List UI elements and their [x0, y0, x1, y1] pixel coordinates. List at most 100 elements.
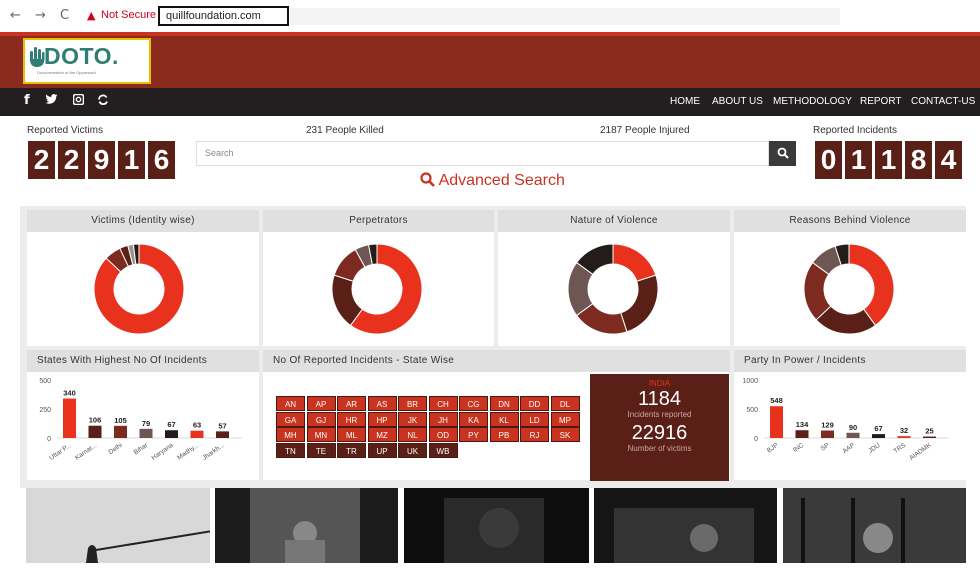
- bar-value-label: 63: [193, 421, 201, 430]
- reload-icon[interactable]: C: [60, 8, 69, 23]
- victims-digit: 9: [88, 141, 115, 179]
- state-button-nl[interactable]: NL: [398, 427, 427, 442]
- nav-home[interactable]: HOME: [670, 96, 700, 107]
- refresh-social-icon[interactable]: [97, 94, 109, 109]
- news-photo[interactable]: [594, 488, 777, 563]
- not-secure-label[interactable]: Not Secure: [101, 9, 156, 21]
- state-button-dl[interactable]: DL: [550, 396, 580, 411]
- incidents-digit: 1: [845, 141, 872, 179]
- chart-bar[interactable]: [872, 434, 885, 438]
- facebook-icon[interactable]: f: [24, 93, 30, 108]
- instagram-icon[interactable]: [72, 93, 85, 109]
- state-button-cg[interactable]: CG: [459, 396, 488, 411]
- nav-report[interactable]: REPORT: [860, 96, 902, 107]
- state-button-gj[interactable]: GJ: [306, 411, 336, 427]
- state-button-dn[interactable]: DN: [489, 396, 519, 411]
- bar-chart-party[interactable]: 0 500 1000 548 BJP 134 INC 129 SP 90 AAP 67 JDU 32 TRS…: [734, 372, 966, 480]
- state-button-ld[interactable]: LD: [520, 411, 549, 427]
- bar-chart-states[interactable]: 0 250 500 340 Uttar P... 106 Karnat... 105 Delhi…: [27, 372, 259, 480]
- x-category-label: Delhi: [107, 442, 123, 456]
- state-button-dd[interactable]: DD: [520, 396, 549, 411]
- nav-about-us[interactable]: ABOUT US: [712, 96, 763, 107]
- state-button-mp[interactable]: MP: [550, 411, 580, 427]
- state-button-uk[interactable]: UK: [398, 442, 427, 458]
- state-button-kl[interactable]: KL: [489, 411, 519, 427]
- state-button-tn[interactable]: TN: [276, 442, 305, 458]
- state-button-ar[interactable]: AR: [337, 396, 366, 411]
- chart-bar[interactable]: [770, 406, 783, 438]
- state-grid: AN AP AR AS BR CH CG DN DD DL GA GJ HR HP JK JH KA KL LD MP…: [276, 396, 586, 460]
- state-button-mh[interactable]: MH: [276, 427, 305, 442]
- state-button-ap[interactable]: AP: [306, 396, 336, 411]
- state-button-as[interactable]: AS: [367, 396, 397, 411]
- advanced-search-label: Advanced Search: [438, 172, 565, 189]
- forward-icon[interactable]: →: [35, 8, 46, 23]
- state-button-ch[interactable]: CH: [428, 396, 458, 411]
- state-button-br[interactable]: BR: [398, 396, 427, 411]
- panel-title-states-highest: States With Highest No Of Incidents: [27, 350, 259, 372]
- chart-bar[interactable]: [63, 398, 76, 438]
- chart-bar[interactable]: [88, 425, 102, 438]
- nav-methodology[interactable]: METHODOLOGY: [773, 96, 852, 107]
- state-button-an[interactable]: AN: [276, 396, 305, 411]
- donut-slice[interactable]: [620, 274, 659, 333]
- state-button-pb[interactable]: PB: [489, 427, 519, 442]
- state-button-wb[interactable]: WB: [428, 442, 458, 458]
- news-photo[interactable]: [26, 488, 232, 563]
- address-bar-fill[interactable]: [290, 8, 840, 25]
- x-category-label: Uttar P...: [48, 442, 72, 462]
- warning-icon: ▲: [87, 9, 96, 22]
- chart-bar[interactable]: [821, 430, 834, 438]
- chart-bar[interactable]: [846, 432, 860, 438]
- chart-bar[interactable]: [114, 425, 127, 438]
- state-button-tr[interactable]: TR: [337, 442, 366, 458]
- x-category-label: Madhy...: [176, 442, 200, 462]
- twitter-icon[interactable]: [45, 94, 58, 108]
- news-photo[interactable]: [783, 488, 966, 563]
- incidents-digit: 4: [935, 141, 962, 179]
- search-button[interactable]: [769, 141, 796, 166]
- panel-title-state-wise: No Of Reported Incidents - State Wise: [263, 350, 730, 372]
- victims-digit: 1: [118, 141, 145, 179]
- state-button-py[interactable]: PY: [459, 427, 488, 442]
- chart-bar[interactable]: [190, 430, 204, 438]
- state-button-hp[interactable]: HP: [367, 411, 397, 427]
- donut-slice[interactable]: [612, 243, 657, 282]
- advanced-search-link[interactable]: Advanced Search: [420, 172, 565, 190]
- reported-victims-label: Reported Victims: [27, 125, 103, 136]
- news-photo[interactable]: [215, 488, 398, 563]
- state-button-jh[interactable]: JH: [428, 411, 458, 427]
- x-category-label: Jharkh...: [201, 442, 226, 462]
- state-button-jk[interactable]: JK: [398, 411, 427, 427]
- chart-bar[interactable]: [216, 431, 229, 438]
- india-victims-label: Number of victims: [627, 444, 692, 453]
- address-bar[interactable]: quillfoundation.com: [158, 6, 289, 26]
- incidents-digit: 8: [905, 141, 932, 179]
- chart-bar[interactable]: [897, 436, 911, 438]
- donut-chart-perpetrators[interactable]: [331, 243, 423, 335]
- news-photo[interactable]: [404, 488, 589, 563]
- donut-chart-reasons[interactable]: [803, 243, 895, 335]
- state-button-mz[interactable]: MZ: [367, 427, 397, 442]
- state-button-sk[interactable]: SK: [550, 427, 580, 442]
- nav-contact-us[interactable]: CONTACT-US: [911, 96, 975, 107]
- state-button-ml[interactable]: ML: [337, 427, 366, 442]
- chart-bar[interactable]: [923, 436, 936, 438]
- state-button-up[interactable]: UP: [367, 442, 397, 458]
- donut-chart-nature[interactable]: [567, 243, 659, 335]
- search-input[interactable]: Search: [196, 141, 769, 166]
- state-button-ka[interactable]: KA: [459, 411, 488, 427]
- state-button-te[interactable]: TE: [306, 442, 336, 458]
- state-button-rj[interactable]: RJ: [520, 427, 549, 442]
- state-button-mn[interactable]: MN: [306, 427, 336, 442]
- donut-chart-victims[interactable]: [93, 243, 185, 335]
- chart-bar[interactable]: [795, 430, 809, 438]
- state-button-hr[interactable]: HR: [337, 411, 366, 427]
- chart-bar[interactable]: [139, 428, 153, 438]
- state-button-od[interactable]: OD: [428, 427, 458, 442]
- logo-text: DOTO.: [44, 43, 119, 69]
- state-button-ga[interactable]: GA: [276, 411, 305, 427]
- bar-value-label: 57: [218, 421, 226, 430]
- back-icon[interactable]: ←: [10, 8, 21, 23]
- chart-bar[interactable]: [165, 430, 178, 438]
